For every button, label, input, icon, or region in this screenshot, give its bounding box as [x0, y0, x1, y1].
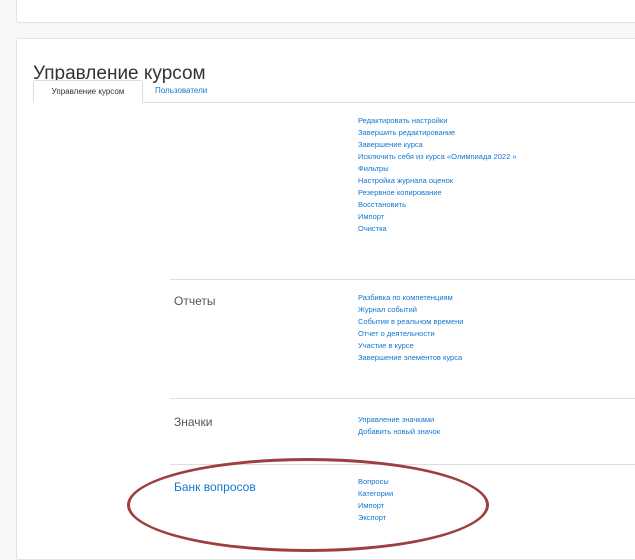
link-activity-report[interactable]: Отчет о деятельности [358, 328, 463, 340]
link-course-completion[interactable]: Завершение курса [358, 139, 517, 151]
section-title-reports: Отчеты [174, 294, 216, 308]
link-edit-settings[interactable]: Редактировать настройки [358, 115, 517, 127]
link-live-events[interactable]: События в реальном времени [358, 316, 463, 328]
link-unenrol-self[interactable]: Исключить себя из курса «Олимпиада 2022 … [358, 151, 517, 163]
divider [170, 279, 635, 280]
link-import[interactable]: Импорт [358, 211, 517, 223]
link-add-badge[interactable]: Добавить новый значок [358, 426, 440, 438]
link-gradebook-setup[interactable]: Настройка журнала оценок [358, 175, 517, 187]
section-title-badges: Значки [174, 415, 213, 429]
link-reset[interactable]: Очистка [358, 223, 517, 235]
link-filters[interactable]: Фильтры [358, 163, 517, 175]
link-manage-badges[interactable]: Управление значками [358, 414, 440, 426]
link-competency-breakdown[interactable]: Разбивка по компетенциям [358, 292, 463, 304]
link-restore[interactable]: Восстановить [358, 199, 517, 211]
tab-course-admin[interactable]: Управление курсом [33, 80, 143, 103]
top-card [16, 0, 635, 23]
divider [170, 398, 635, 399]
link-event-log[interactable]: Журнал событий [358, 304, 463, 316]
link-course-participation[interactable]: Участие в курсе [358, 340, 463, 352]
link-activity-completion[interactable]: Завершение элементов курса [358, 352, 463, 364]
link-backup[interactable]: Резервное копирование [358, 187, 517, 199]
tab-bar: Управление курсом Пользователи [33, 80, 635, 103]
tab-users[interactable]: Пользователи [155, 80, 207, 101]
badges-links: Управление значками Добавить новый значо… [358, 414, 440, 438]
highlight-ellipse [127, 458, 489, 552]
course-admin-links: Редактировать настройки Завершить редакт… [358, 115, 517, 235]
link-finish-editing[interactable]: Завершить редактирование [358, 127, 517, 139]
reports-links: Разбивка по компетенциям Журнал событий … [358, 292, 463, 364]
